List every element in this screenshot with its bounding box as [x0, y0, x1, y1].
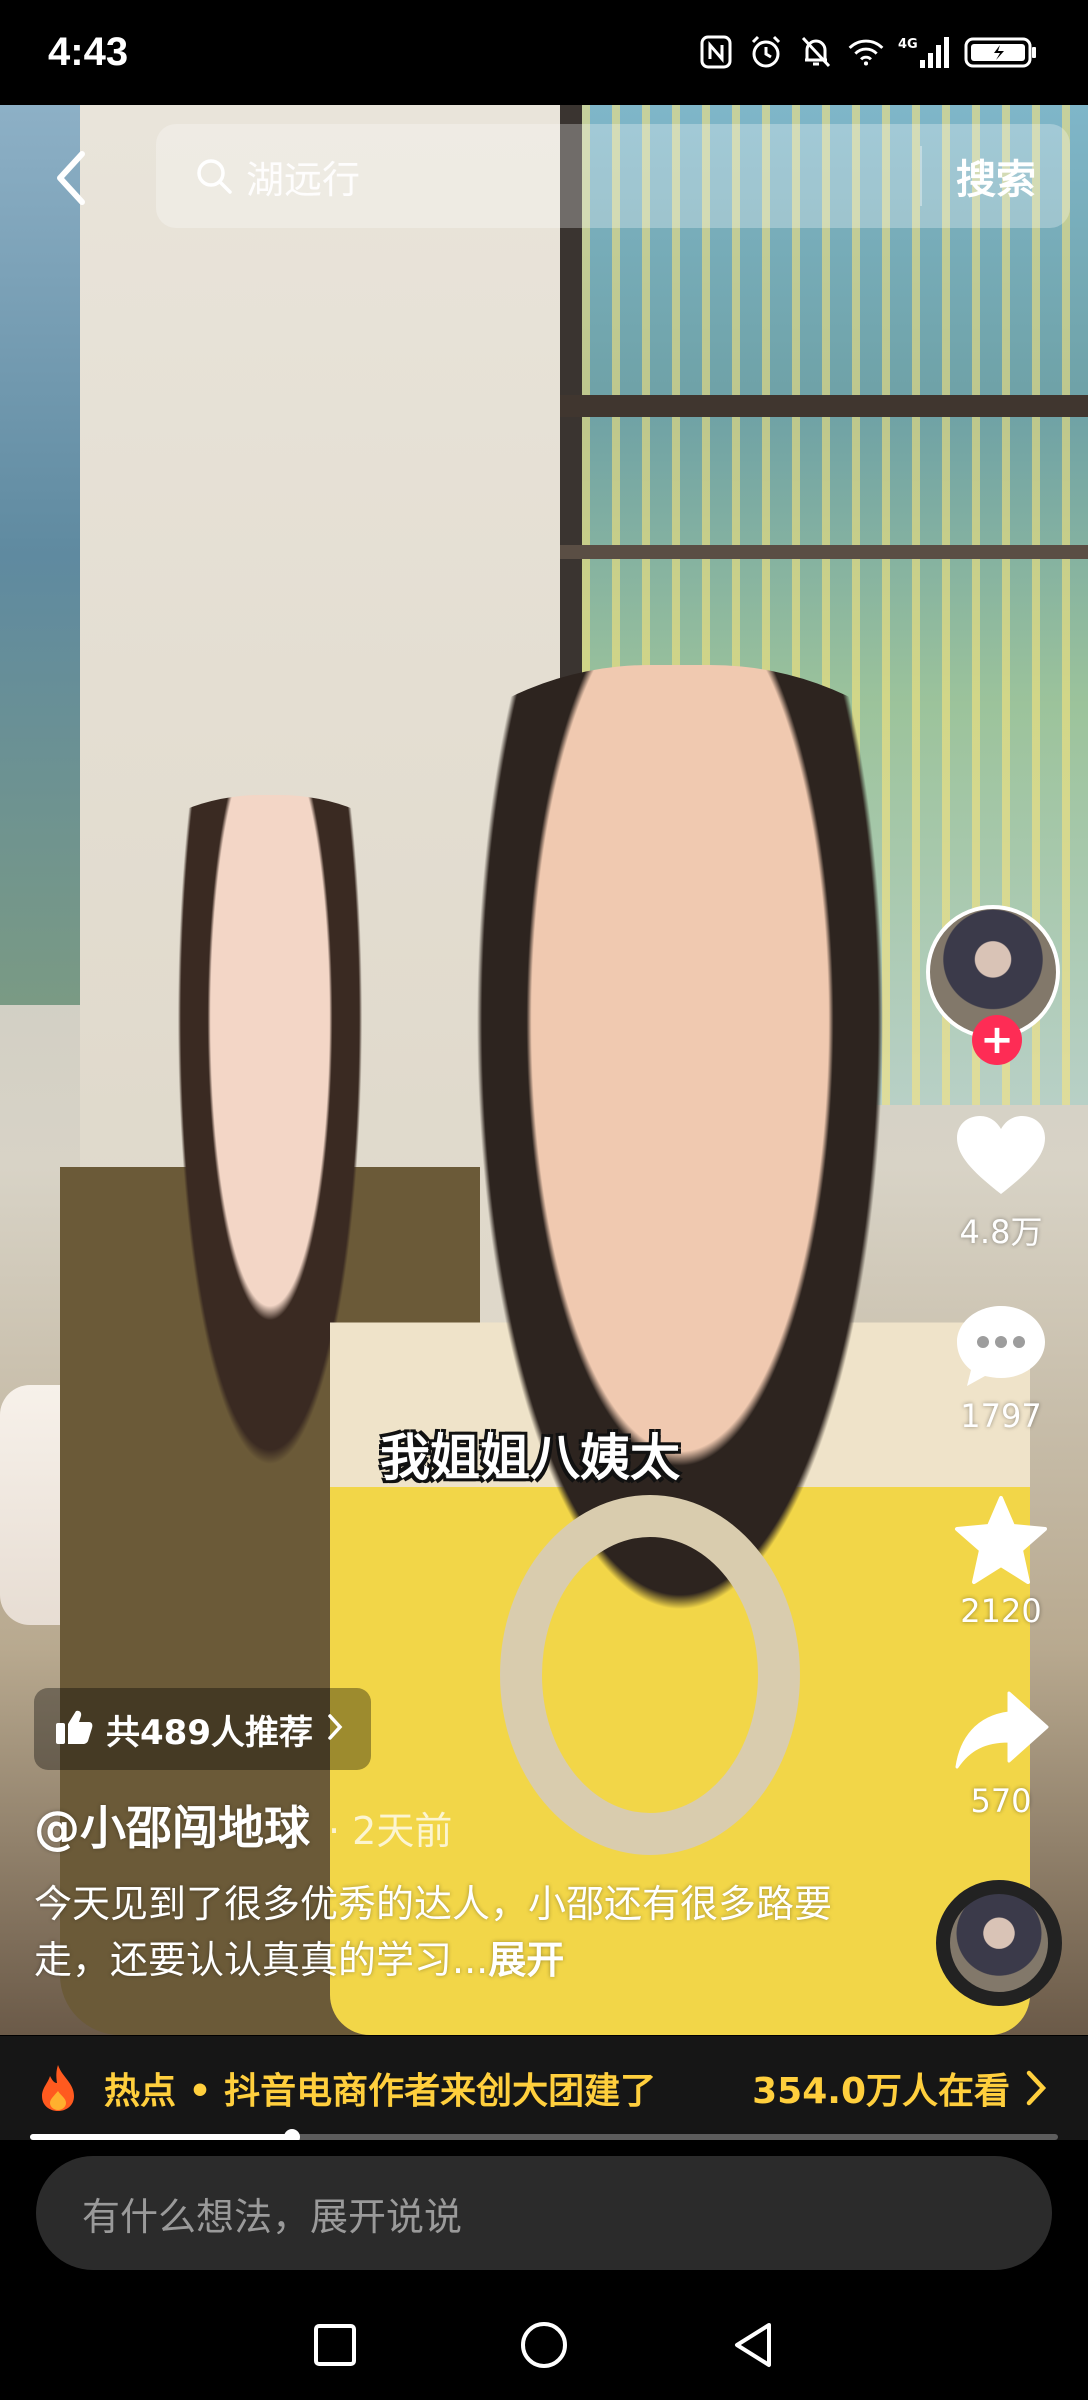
flame-icon	[38, 2062, 82, 2114]
recommend-label: 共489人推荐	[106, 1712, 313, 1753]
signal-4g-icon: 4G	[898, 34, 950, 70]
search-box[interactable]: 湖远行 搜索	[156, 124, 1070, 228]
triangle-back-icon	[735, 2323, 772, 2367]
recommend-pill[interactable]: 共489人推荐	[34, 1688, 371, 1770]
back-nav-button[interactable]	[723, 2315, 783, 2375]
window-bar	[560, 395, 1088, 417]
follow-button[interactable]: +	[972, 1015, 1022, 1065]
circle-icon	[520, 2322, 567, 2368]
hot-topic-text: 热点 • 抖音电商作者来创大团建了	[104, 2071, 657, 2112]
square-icon	[313, 2324, 356, 2366]
search-input[interactable]: 湖远行	[246, 149, 920, 204]
music-disc[interactable]	[936, 1880, 1062, 2006]
thumbs-up-icon	[54, 1708, 94, 1750]
search-button[interactable]: 搜索	[920, 146, 1070, 206]
heart-icon	[926, 1105, 1076, 1205]
home-button[interactable]	[514, 2315, 574, 2375]
mute-icon	[798, 34, 834, 70]
hot-topic-viewers: 354.0万人在看	[752, 2071, 1010, 2112]
status-bar: 4:43 4G	[0, 0, 1088, 105]
headphones	[500, 1495, 800, 1855]
favorite-button[interactable]: 2120	[926, 1490, 1076, 1630]
wifi-icon	[848, 34, 884, 70]
status-time: 4:43	[48, 30, 129, 74]
chevron-right-icon	[1024, 2068, 1052, 2108]
author-avatar[interactable]: +	[926, 905, 1066, 1065]
alarm-icon	[748, 34, 784, 70]
author-line: @小邵闯地球 · 2天前	[34, 1792, 452, 1858]
comment-button[interactable]: 1797	[926, 1295, 1076, 1435]
comment-area: 有什么想法，展开说说	[0, 2140, 1088, 2290]
comment-icon	[926, 1295, 1076, 1395]
search-icon	[194, 155, 236, 197]
expand-link[interactable]: 展开	[488, 1938, 564, 1982]
video-subtitle: 我姐姐八姨太	[380, 1429, 680, 1487]
like-button[interactable]: 4.8万	[926, 1105, 1076, 1253]
background-window-left	[0, 105, 80, 1005]
system-nav-bar	[0, 2290, 1088, 2400]
battery-icon	[964, 34, 1038, 70]
comment-input[interactable]: 有什么想法，展开说说	[36, 2156, 1052, 2270]
svg-text:4G: 4G	[898, 37, 918, 52]
chevron-left-icon	[57, 151, 85, 205]
recents-button[interactable]	[305, 2315, 365, 2375]
post-description[interactable]: 今天见到了很多优秀的达人，小邵还有很多路要走，还要认认真真的学习...展开	[34, 1876, 834, 1988]
post-time: · 2天前	[328, 1809, 453, 1853]
like-count: 4.8万	[959, 1213, 1043, 1251]
favorite-count: 2120	[960, 1592, 1042, 1630]
status-icons: 4G	[698, 34, 1038, 70]
back-button[interactable]	[40, 138, 100, 218]
share-button[interactable]: 570	[926, 1680, 1076, 1820]
star-icon	[926, 1490, 1076, 1590]
window-bar-lower	[560, 545, 1088, 559]
chevron-right-icon	[325, 1712, 345, 1746]
share-arrow-icon	[926, 1680, 1076, 1780]
hot-topic-banner[interactable]: 热点 • 抖音电商作者来创大团建了 354.0万人在看	[0, 2036, 1088, 2140]
nfc-icon	[698, 34, 734, 70]
plus-icon: +	[980, 1017, 1014, 1063]
author-name[interactable]: @小邵闯地球	[34, 1792, 310, 1858]
share-count: 570	[970, 1782, 1032, 1820]
comment-count: 1797	[960, 1397, 1042, 1435]
description-text: 今天见到了很多优秀的达人，小邵还有很多路要走，还要认认真真的学习...	[34, 1882, 833, 1982]
